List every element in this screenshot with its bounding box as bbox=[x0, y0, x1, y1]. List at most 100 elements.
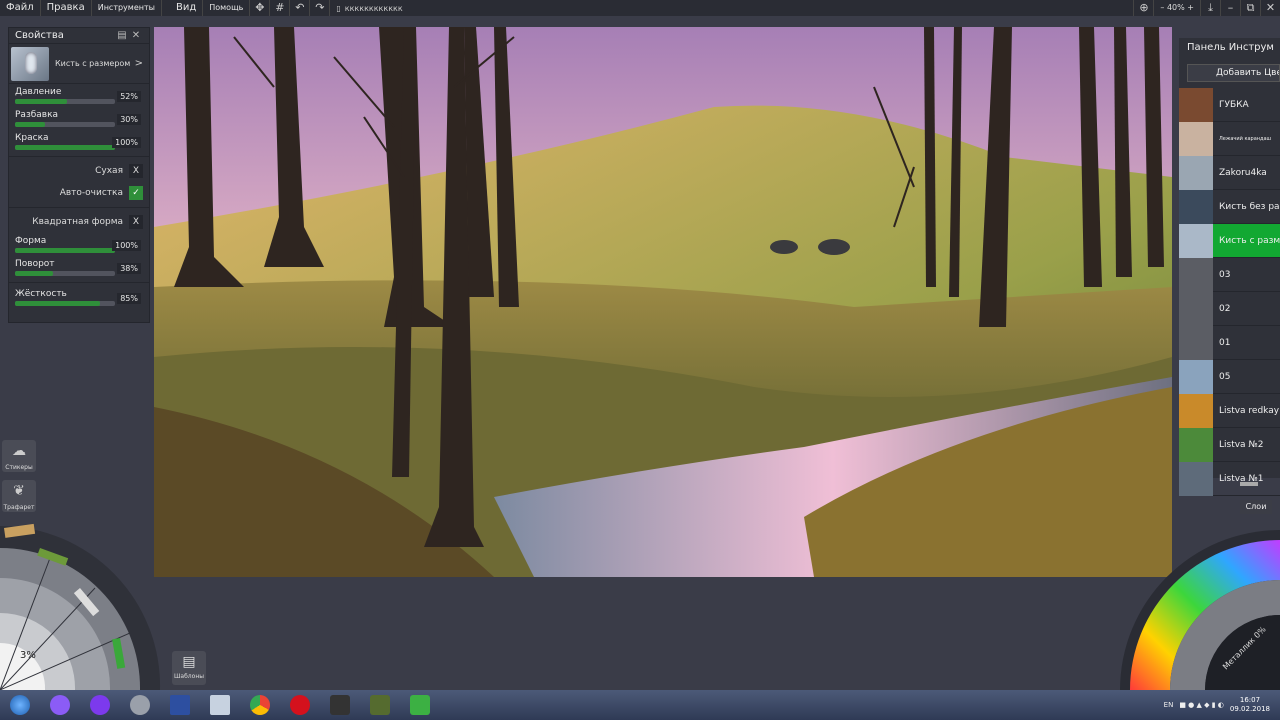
slider-track[interactable] bbox=[15, 145, 115, 150]
slider-value[interactable]: 52% bbox=[117, 91, 141, 102]
move-icon[interactable]: ✥ bbox=[250, 0, 271, 16]
slider-2[interactable]: Краска 100% bbox=[9, 130, 149, 153]
tool-name: ГУБКА bbox=[1219, 99, 1249, 110]
scroll-handle[interactable] bbox=[1240, 482, 1258, 486]
square-shape-toggle[interactable]: Квадратная форма X bbox=[9, 211, 149, 233]
close-icon[interactable]: ✕ bbox=[129, 30, 143, 41]
tool-item[interactable]: Zakoru4ka bbox=[1179, 155, 1280, 190]
color-wheel[interactable]: Металлик 0% bbox=[1110, 520, 1280, 690]
slider-value[interactable]: 38% bbox=[117, 263, 141, 274]
tray-icons[interactable]: ■ ● ▲ ◆ ▮ ◐ bbox=[1179, 701, 1224, 709]
menu-view[interactable]: Вид bbox=[170, 0, 204, 16]
slider-track[interactable] bbox=[15, 248, 115, 253]
tool-thumbnail bbox=[1179, 461, 1213, 496]
close-icon[interactable]: ✕ bbox=[1260, 0, 1280, 16]
pin-icon[interactable]: ▤ bbox=[115, 30, 129, 41]
slider-3[interactable]: Форма 100% bbox=[9, 233, 149, 256]
brush-name: Кисть с размером bbox=[55, 59, 131, 68]
landscape-painting bbox=[154, 27, 1172, 577]
slider-value[interactable]: 100% bbox=[112, 240, 141, 251]
templates-label: Шаблоны bbox=[174, 673, 204, 680]
stickers-label: Стикеры bbox=[5, 464, 33, 471]
tool-item[interactable]: ГУБКА bbox=[1179, 87, 1280, 122]
tool-item[interactable]: 05 bbox=[1179, 359, 1280, 394]
artrage-icon[interactable] bbox=[360, 690, 400, 720]
painting-canvas[interactable] bbox=[154, 27, 1172, 577]
tool-item[interactable]: Кисть без раз bbox=[1179, 189, 1280, 224]
stencil-label: Трафарет bbox=[3, 504, 35, 511]
slider-fill bbox=[15, 145, 115, 150]
slider-value[interactable]: 30% bbox=[117, 114, 141, 125]
tool-item[interactable]: 01 bbox=[1179, 325, 1280, 360]
slider-5[interactable]: Жёсткость 85% bbox=[9, 286, 149, 309]
tool-item[interactable]: 02 bbox=[1179, 291, 1280, 326]
opera-icon[interactable] bbox=[280, 690, 320, 720]
dry-toggle[interactable]: Сухая X bbox=[9, 160, 149, 182]
brush-selector[interactable]: Кисть с размером > bbox=[9, 44, 149, 84]
chrome-icon[interactable] bbox=[240, 690, 280, 720]
properties-title: Свойства bbox=[15, 30, 64, 41]
stencil-button[interactable]: ❦ Трафарет bbox=[2, 480, 36, 512]
minimize-icon[interactable]: – bbox=[1220, 0, 1240, 16]
clock[interactable]: 16:07 09.02.2018 bbox=[1230, 696, 1270, 714]
slider-fill bbox=[15, 248, 115, 253]
menu-edit[interactable]: Правка bbox=[41, 0, 92, 16]
restore-icon[interactable]: ⧉ bbox=[1240, 0, 1260, 16]
grid-icon[interactable]: # bbox=[270, 0, 291, 16]
layers-button[interactable]: Слои bbox=[1240, 500, 1272, 514]
tool-thumbnail bbox=[1179, 359, 1213, 394]
tools-panel: Панель Инструм Добавить Цве ГУБКА Лежачий… bbox=[1179, 38, 1280, 496]
zoom-in-icon[interactable]: ⊕ bbox=[1133, 0, 1153, 16]
dry-checkbox[interactable]: X bbox=[129, 164, 143, 178]
save-icon[interactable] bbox=[160, 690, 200, 720]
slider-1[interactable]: Разбавка 30% bbox=[9, 107, 149, 130]
tool-item[interactable]: Listva redkay bbox=[1179, 393, 1280, 428]
language-indicator[interactable]: EN bbox=[1164, 701, 1174, 709]
camtasia-icon[interactable] bbox=[400, 690, 440, 720]
slider-track[interactable] bbox=[15, 99, 115, 104]
slider-0[interactable]: Давление 52% bbox=[9, 84, 149, 107]
start-button[interactable] bbox=[0, 690, 40, 720]
slider-track[interactable] bbox=[15, 122, 115, 127]
microphone-icon[interactable] bbox=[80, 690, 120, 720]
tool-item[interactable]: Listva №2 bbox=[1179, 427, 1280, 462]
menu-tools[interactable]: Инструменты bbox=[92, 0, 162, 16]
document-tab[interactable]: ▯ кккккккккккк bbox=[330, 4, 408, 13]
tool-name: Лежачий карандаш bbox=[1219, 135, 1272, 142]
slider-value[interactable]: 85% bbox=[117, 293, 141, 304]
slider-4[interactable]: Поворот 38% bbox=[9, 256, 149, 279]
stickers-button[interactable]: ☁ Стикеры bbox=[2, 440, 36, 472]
templates-button[interactable]: ▤ Шаблоны bbox=[172, 651, 206, 685]
camera-icon[interactable] bbox=[320, 690, 360, 720]
add-color-button[interactable]: Добавить Цве bbox=[1187, 64, 1280, 82]
notepad-icon[interactable] bbox=[200, 690, 240, 720]
app-icon-1[interactable] bbox=[40, 690, 80, 720]
autoclean-toggle[interactable]: Авто-очистка ✓ bbox=[9, 182, 149, 204]
tool-wheel[interactable] bbox=[0, 518, 166, 690]
system-tray: EN ■ ● ▲ ◆ ▮ ◐ 16:07 09.02.2018 bbox=[1164, 696, 1280, 714]
slider-track[interactable] bbox=[15, 301, 115, 306]
templates-icon: ▤ bbox=[182, 654, 196, 670]
slider-track[interactable] bbox=[15, 271, 115, 276]
paint-icon[interactable] bbox=[120, 690, 160, 720]
download-icon[interactable]: ⤓ bbox=[1200, 0, 1220, 16]
tool-item[interactable]: 03 bbox=[1179, 257, 1280, 292]
tool-name: 05 bbox=[1219, 371, 1231, 382]
zoom-value: 40% bbox=[1166, 3, 1185, 12]
square-shape-checkbox[interactable]: X bbox=[129, 215, 143, 229]
undo-icon[interactable]: ↶ bbox=[290, 0, 311, 16]
properties-panel: Свойства ▤ ✕ Кисть с размером > Давление… bbox=[8, 27, 150, 323]
zoom-level[interactable]: – 40% + bbox=[1153, 0, 1200, 16]
tool-item[interactable]: Listva №1 bbox=[1179, 461, 1280, 496]
tools-panel-title: Панель Инструм bbox=[1187, 42, 1274, 53]
menu-help[interactable]: Помощь bbox=[203, 0, 251, 16]
tool-item[interactable]: Кисть с разм bbox=[1179, 223, 1280, 258]
menu-file[interactable]: Файл bbox=[0, 0, 41, 16]
redo-icon[interactable]: ↷ bbox=[310, 0, 331, 16]
tool-name: Кисть без раз bbox=[1219, 201, 1280, 212]
autoclean-checkbox[interactable]: ✓ bbox=[129, 186, 143, 200]
tool-name: Listva №2 bbox=[1219, 439, 1264, 450]
slider-value[interactable]: 100% bbox=[112, 137, 141, 148]
slider-fill bbox=[15, 122, 45, 127]
tool-item[interactable]: Лежачий карандаш bbox=[1179, 121, 1280, 156]
